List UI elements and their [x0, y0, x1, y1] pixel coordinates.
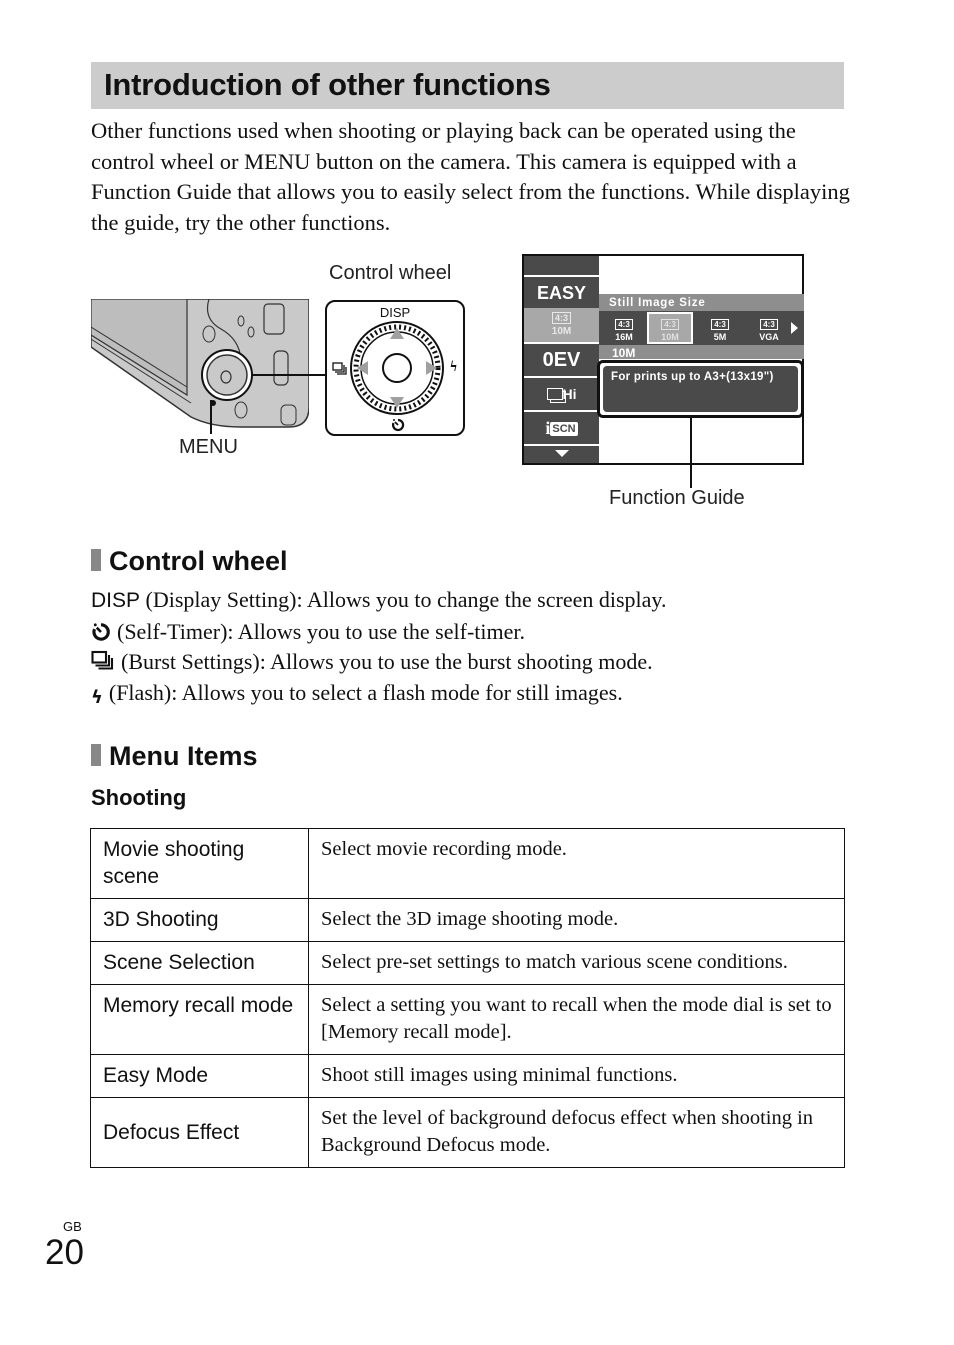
list-item: ϟ (Flash): Allows you to select a flash m… [91, 678, 851, 714]
camera-back-illustration [91, 299, 309, 428]
scroll-down-icon[interactable] [555, 450, 569, 457]
menu-item-name: Easy Mode [90, 1054, 309, 1098]
function-guide-caption: Function Guide [609, 487, 745, 509]
menu-item-name: Memory recall mode [90, 984, 309, 1055]
shooting-subheading: Shooting [91, 785, 187, 810]
control-wheel-inset: DISP ϟ [325, 300, 465, 436]
sidebar-item-easy[interactable]: EASY [524, 278, 599, 308]
self-timer-icon [92, 622, 110, 641]
menu-caption: MENU [179, 436, 238, 458]
current-size-value: 10M [599, 345, 804, 359]
screen-sidebar: EASY 4:3 10M 0EV Hi i SCN [524, 256, 599, 463]
sidebar-item-burst[interactable]: Hi [524, 378, 599, 410]
menu-item-description: Select movie recording mode. [308, 828, 845, 899]
section-bullet [91, 744, 101, 766]
flash-icon: ϟ [450, 359, 457, 375]
wheel-leader-line [252, 374, 327, 376]
menu-item-description: Shoot still images using minimal functio… [308, 1054, 845, 1098]
list-item: (Self-Timer): Allows you to use the self… [91, 617, 851, 648]
menu-item-description: Set the level of background defocus effe… [308, 1097, 845, 1168]
menu-item-name: Movie shooting scene [90, 828, 309, 899]
burst-icon [91, 650, 114, 670]
menu-items-heading: Menu Items [91, 741, 258, 772]
flash-icon: ϟ [91, 686, 103, 708]
function-guide-screen: EASY 4:3 10M 0EV Hi i SCN Still Image Siz… [522, 254, 804, 465]
list-item: (Burst Settings): Allows you to use the … [91, 647, 851, 678]
menu-item-name: 3D Shooting [90, 898, 309, 942]
menu-item-description: Select the 3D image shooting mode. [308, 898, 845, 942]
self-timer-icon [391, 418, 405, 432]
control-wheel-list: DISP (Display Setting): Allows you to ch… [91, 585, 851, 713]
still-image-size-title: Still Image Size [599, 294, 804, 311]
control-wheel-heading: Control wheel [91, 546, 288, 577]
sidebar-item-exposure[interactable]: 0EV [524, 344, 599, 376]
page-number: 20 [45, 1233, 84, 1272]
page-title: Introduction of other functions [104, 67, 551, 102]
size-option-5m[interactable]: 4:3 5M [697, 314, 743, 342]
list-item: DISP (Display Setting): Allows you to ch… [91, 587, 667, 612]
language-code: GB [63, 1219, 82, 1234]
shooting-menu-table: Movie shooting scene Select movie record… [90, 828, 845, 1168]
section-title-bar: Introduction of other functions [91, 62, 844, 109]
function-guide-box: For prints up to A3+(13x19") [597, 360, 804, 418]
control-wheel-caption: Control wheel [329, 262, 452, 284]
next-arrow-icon[interactable] [791, 322, 798, 334]
menu-item-name: Scene Selection [90, 941, 309, 985]
table-row: Easy Mode Shoot still images using minim… [90, 1054, 845, 1098]
menu-item-description: Select a setting you want to recall when… [308, 984, 845, 1055]
size-option-10m[interactable]: 4:3 10M [647, 312, 693, 344]
size-option-16m[interactable]: 4:3 16M [601, 314, 647, 342]
image-size-options: 4:3 16M 4:3 10M 4:3 5M 4:3 VGA [599, 311, 804, 345]
sidebar-item-scene[interactable]: i SCN [524, 412, 599, 444]
function-guide-text: For prints up to A3+(13x19") [603, 366, 798, 412]
section-bullet [91, 549, 101, 571]
sidebar-item-image-size[interactable]: 4:3 10M [524, 308, 599, 342]
table-row: Memory recall mode Select a setting you … [90, 984, 845, 1055]
menu-leader-line [210, 400, 212, 434]
menu-item-name: Defocus Effect [90, 1097, 309, 1168]
burst-icon [332, 362, 347, 375]
disp-key: DISP [91, 589, 141, 612]
table-row: 3D Shooting Select the 3D image shooting… [90, 898, 845, 942]
table-row: Movie shooting scene Select movie record… [90, 828, 845, 899]
size-option-vga[interactable]: 4:3 VGA [746, 314, 792, 342]
table-row: Scene Selection Select pre-set settings … [90, 941, 845, 985]
burst-icon [546, 388, 563, 400]
intro-paragraph: Other functions used when shooting or pl… [91, 118, 850, 235]
table-row: Defocus Effect Set the level of backgrou… [90, 1097, 845, 1168]
menu-item-description: Select pre-set settings to match various… [308, 941, 845, 985]
guide-leader-line [690, 416, 692, 488]
